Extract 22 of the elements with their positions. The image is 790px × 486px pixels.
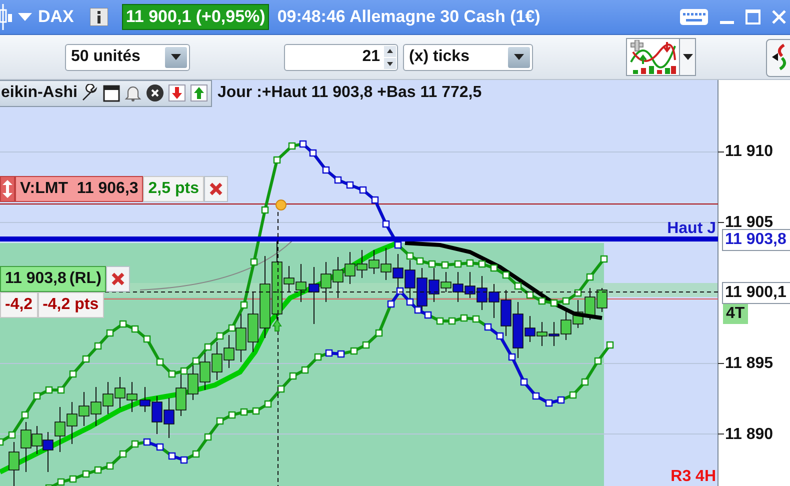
daily-range-text: Jour :+Haut 11 903,8 +Bas 11 772,5 xyxy=(217,84,482,102)
order-points: 2,5 pts xyxy=(143,176,204,202)
quantity-dropdown[interactable]: 50 unités xyxy=(65,44,190,70)
axis-tick-label: 11 905 xyxy=(725,214,774,232)
order-label[interactable]: V:LMT 11 906,3 xyxy=(15,176,144,202)
price-change-badge: 11 900,1 (+0,95%) xyxy=(122,4,270,30)
chart-type-label[interactable]: eikin-Ashi xyxy=(1,84,78,102)
ticks-unit-dropdown[interactable]: (x) ticks xyxy=(403,44,533,70)
profit-loss-points: -4,2 pts xyxy=(38,292,104,318)
level-price-marker: 11 903,8 xyxy=(722,229,790,251)
axis-tick-label: 11 910 xyxy=(725,143,774,161)
current-price-marker: 11 900,1 xyxy=(722,282,790,304)
axis-tick-label: 11 890 xyxy=(725,426,774,444)
position-tag: (RL) xyxy=(69,270,102,288)
position-label[interactable]: 11 903,8 (RL) xyxy=(0,266,106,292)
level-label: Haut J xyxy=(667,220,716,238)
level-label: R3 4H xyxy=(670,468,716,486)
window-title: 09:48:46 Allemagne 30 Cash (1€) xyxy=(277,7,540,27)
countdown-badge: 4T xyxy=(723,304,748,324)
axis-tick-label: 11 895 xyxy=(725,355,774,373)
profit-loss-value: -4,2 xyxy=(0,292,38,318)
ticks-number-field[interactable]: 21 xyxy=(284,44,398,70)
